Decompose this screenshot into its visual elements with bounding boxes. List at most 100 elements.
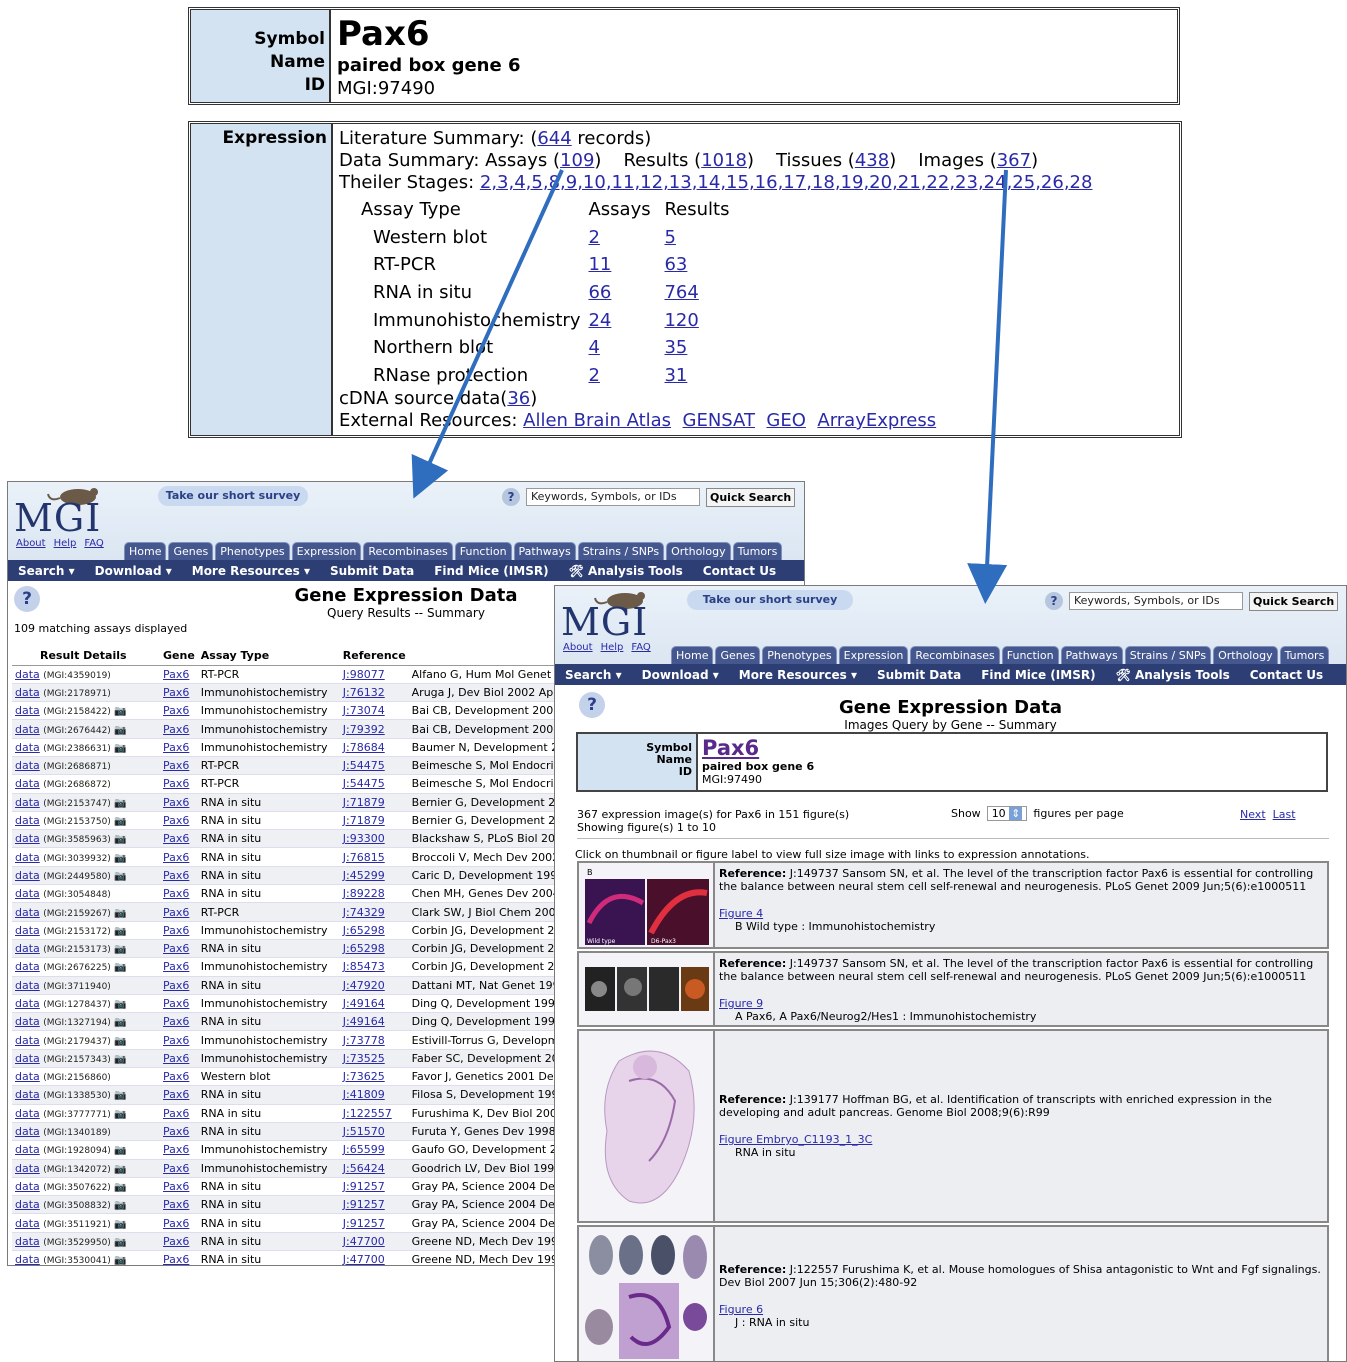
ext-link-arrayexpress[interactable]: ArrayExpress: [817, 410, 936, 431]
assays-count-link[interactable]: 4: [588, 337, 599, 358]
data-link[interactable]: data: [15, 1217, 40, 1230]
results-count-link[interactable]: 31: [664, 365, 687, 386]
assays-count-link[interactable]: 24: [588, 310, 611, 331]
data-link[interactable]: data: [15, 832, 40, 845]
data-link[interactable]: data: [15, 686, 40, 699]
results-count-link[interactable]: 5: [664, 227, 675, 248]
assays-count-link[interactable]: 2: [588, 365, 599, 386]
gene-link[interactable]: Pax6: [163, 942, 189, 955]
gene-link[interactable]: Pax6: [163, 759, 189, 772]
reference-link[interactable]: J:93300: [343, 832, 385, 845]
nav-more-resources[interactable]: More Resources ▾: [739, 668, 857, 682]
lit-summary-link[interactable]: 644: [537, 128, 571, 149]
tab-strains[interactable]: Strains / SNPs: [1124, 646, 1212, 664]
gene-link[interactable]: Pax6: [163, 686, 189, 699]
reference-link[interactable]: J:74329: [343, 906, 385, 919]
per-page-select[interactable]: 10 ⇕: [986, 806, 1028, 821]
tab-pathways[interactable]: Pathways: [513, 542, 576, 560]
reference-link[interactable]: J:79392: [343, 723, 385, 736]
gene-link[interactable]: Pax6: [163, 869, 189, 882]
reference-link[interactable]: J:47700: [343, 1235, 385, 1248]
gene-link[interactable]: Pax6: [163, 1070, 189, 1083]
results-count-link[interactable]: 764: [664, 282, 698, 303]
data-link[interactable]: data: [15, 723, 40, 736]
gene-link[interactable]: Pax6: [163, 741, 189, 754]
data-link[interactable]: data: [15, 668, 40, 681]
nav-more-resources[interactable]: More Resources ▾: [192, 564, 310, 578]
nav-search[interactable]: Search ▾: [565, 668, 622, 682]
data-link[interactable]: data: [15, 942, 40, 955]
tab-home[interactable]: Home: [124, 542, 167, 560]
data-link[interactable]: data: [15, 777, 40, 790]
nav-contact-us[interactable]: Contact Us: [703, 564, 776, 578]
data-link[interactable]: data: [15, 869, 40, 882]
figure-link[interactable]: Figure 4: [719, 907, 1323, 920]
reference-link[interactable]: J:51570: [343, 1125, 385, 1138]
tab-genes[interactable]: Genes: [715, 646, 761, 664]
gene-link[interactable]: Pax6: [163, 851, 189, 864]
results-link[interactable]: 1018: [701, 150, 747, 171]
tab-recombinases[interactable]: Recombinases: [910, 646, 1000, 664]
theiler-stage-links[interactable]: 2,3,4,5,8,9,10,11,12,13,14,15,16,17,18,1…: [480, 172, 1093, 193]
results-count-link[interactable]: 63: [664, 254, 687, 275]
tab-expression[interactable]: Expression: [291, 542, 362, 560]
reference-link[interactable]: J:54475: [343, 759, 385, 772]
data-link[interactable]: data: [15, 1070, 40, 1083]
tab-orthology[interactable]: Orthology: [666, 542, 731, 560]
faq-link[interactable]: FAQ: [84, 538, 103, 549]
ext-link-gensat[interactable]: GENSAT: [683, 410, 755, 431]
about-link[interactable]: About: [563, 642, 593, 653]
reference-link[interactable]: J:65599: [343, 1143, 385, 1156]
gene-link[interactable]: Pax6: [163, 704, 189, 717]
reference-link[interactable]: J:98077: [343, 668, 385, 681]
data-link[interactable]: data: [15, 906, 40, 919]
gene-link[interactable]: Pax6: [163, 1034, 189, 1047]
tab-phenotypes[interactable]: Phenotypes: [762, 646, 837, 664]
data-link[interactable]: data: [15, 1253, 40, 1265]
figure-thumbnail[interactable]: [579, 1031, 715, 1221]
help-icon[interactable]: ?: [579, 692, 605, 718]
reference-link[interactable]: J:54475: [343, 777, 385, 790]
reference-link[interactable]: J:91257: [343, 1198, 385, 1211]
figure-link[interactable]: Figure 9: [719, 997, 1323, 1010]
gene-link[interactable]: Pax6: [163, 906, 189, 919]
assays-count-link[interactable]: 2: [588, 227, 599, 248]
reference-link[interactable]: J:122557: [343, 1107, 392, 1120]
nav-search[interactable]: Search ▾: [18, 564, 75, 578]
figure-link[interactable]: Figure 6: [719, 1303, 1323, 1316]
assays-count-link[interactable]: 11: [588, 254, 611, 275]
gene-link[interactable]: Pax6: [163, 1143, 189, 1156]
figure-thumbnail[interactable]: [579, 953, 715, 1025]
data-link[interactable]: data: [15, 1052, 40, 1065]
data-link[interactable]: data: [15, 1034, 40, 1047]
data-link[interactable]: data: [15, 1198, 40, 1211]
nav-download[interactable]: Download ▾: [642, 668, 719, 682]
data-link[interactable]: data: [15, 960, 40, 973]
results-count-link[interactable]: 35: [664, 337, 687, 358]
gene-link[interactable]: Pax6: [163, 979, 189, 992]
next-link[interactable]: Next: [1240, 808, 1266, 821]
reference-link[interactable]: J:45299: [343, 869, 385, 882]
data-link[interactable]: data: [15, 704, 40, 717]
tab-tumors[interactable]: Tumors: [1279, 646, 1330, 664]
about-link[interactable]: About: [16, 538, 46, 549]
data-link[interactable]: data: [15, 814, 40, 827]
tab-expression[interactable]: Expression: [838, 646, 909, 664]
assays-link[interactable]: 109: [560, 150, 594, 171]
gene-link[interactable]: Pax6: [163, 1162, 189, 1175]
nav-analysis-tools[interactable]: 🛠 Analysis Tools: [1116, 668, 1230, 682]
figure-thumbnail[interactable]: [579, 1227, 715, 1361]
tab-orthology[interactable]: Orthology: [1213, 646, 1278, 664]
data-link[interactable]: data: [15, 887, 40, 900]
reference-link[interactable]: J:76132: [343, 686, 385, 699]
data-link[interactable]: data: [15, 1162, 40, 1175]
tab-phenotypes[interactable]: Phenotypes: [215, 542, 290, 560]
figure-link[interactable]: Figure Embryo_C1193_1_3C: [719, 1133, 1323, 1146]
data-link[interactable]: data: [15, 979, 40, 992]
help-icon[interactable]: ?: [502, 488, 520, 506]
gene-link[interactable]: Pax6: [163, 777, 189, 790]
gene-link[interactable]: Pax6: [163, 1217, 189, 1230]
survey-button[interactable]: Take our short survey: [687, 590, 853, 610]
help-icon[interactable]: ?: [1045, 592, 1063, 610]
nav-analysis-tools[interactable]: 🛠 Analysis Tools: [569, 564, 683, 578]
